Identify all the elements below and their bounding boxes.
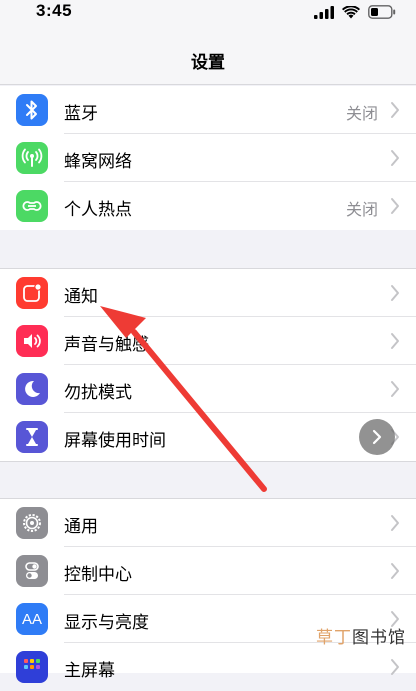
row-label: 通用 — [64, 517, 98, 537]
status-time: 3:45 — [36, 1, 73, 20]
moon-icon — [16, 373, 48, 405]
chevron-right-icon — [391, 102, 399, 118]
battery-icon — [368, 5, 396, 19]
row-label: 蓝牙 — [64, 104, 98, 124]
chevron-right-icon — [391, 150, 399, 166]
settings-row-control-center[interactable]: 控制中心 — [0, 547, 416, 595]
row-label: 声音与触感 — [64, 335, 149, 355]
hotspot-icon — [16, 190, 48, 222]
row-label: 显示与亮度 — [64, 613, 149, 633]
settings-row-cellular[interactable]: 蜂窝网络 — [0, 134, 416, 182]
hourglass-icon — [16, 421, 48, 453]
status-icons — [314, 4, 396, 20]
row-label: 通知 — [64, 287, 98, 307]
navigation-bar: 设置 — [0, 26, 416, 85]
chevron-right-icon — [391, 515, 399, 531]
settings-row-general[interactable]: 通用 — [0, 499, 416, 547]
display-icon: AA — [16, 603, 48, 635]
page-title: 设置 — [191, 53, 225, 73]
alerts-group: 通知 声音与触感 勿扰模式 屏幕使用时间 — [0, 268, 416, 462]
notifications-icon — [16, 277, 48, 309]
toggles-icon — [16, 555, 48, 587]
status-bar: 3:45 — [0, 0, 416, 26]
settings-row-bluetooth[interactable]: 蓝牙 关闭 — [0, 86, 416, 134]
sound-icon — [16, 325, 48, 357]
settings-row-hotspot[interactable]: 个人热点 关闭 — [0, 182, 416, 230]
settings-row-screen-time[interactable]: 屏幕使用时间 — [0, 413, 416, 461]
settings-row-sounds[interactable]: 声音与触感 — [0, 317, 416, 365]
display-icon-text: AA — [21, 610, 42, 628]
watermark-part-2: 图书馆 — [352, 628, 406, 648]
row-value: 关闭 — [345, 104, 378, 123]
connectivity-group: 蓝牙 关闭 蜂窝网络 个人热点 关闭 — [0, 86, 416, 230]
bluetooth-icon — [16, 94, 48, 126]
chevron-right-icon — [391, 333, 399, 349]
row-value: 关闭 — [345, 200, 378, 219]
row-label: 主屏幕 — [64, 661, 115, 681]
watermark-part-1: 草丁 — [316, 628, 352, 648]
chevron-right-icon — [372, 429, 382, 445]
chevron-right-icon — [391, 659, 399, 675]
chevron-right-icon — [391, 381, 399, 397]
settings-row-notifications[interactable]: 通知 — [0, 269, 416, 317]
assistive-touch-button[interactable] — [359, 419, 395, 455]
home-screen-icon — [16, 651, 48, 683]
row-label: 勿扰模式 — [64, 383, 132, 403]
gear-icon — [16, 507, 48, 539]
wifi-icon — [342, 5, 360, 18]
row-label: 蜂窝网络 — [64, 152, 132, 172]
row-label: 屏幕使用时间 — [64, 431, 166, 451]
cellular-icon — [16, 142, 48, 174]
signal-icon — [314, 5, 334, 19]
row-label: 控制中心 — [64, 565, 132, 585]
watermark: 草丁图书馆 — [316, 623, 406, 648]
chevron-right-icon — [391, 563, 399, 579]
row-label: 个人热点 — [64, 200, 132, 220]
chevron-right-icon — [391, 285, 399, 301]
settings-row-home-screen[interactable]: 主屏幕 — [0, 643, 416, 691]
chevron-right-icon — [391, 198, 399, 214]
settings-row-do-not-disturb[interactable]: 勿扰模式 — [0, 365, 416, 413]
